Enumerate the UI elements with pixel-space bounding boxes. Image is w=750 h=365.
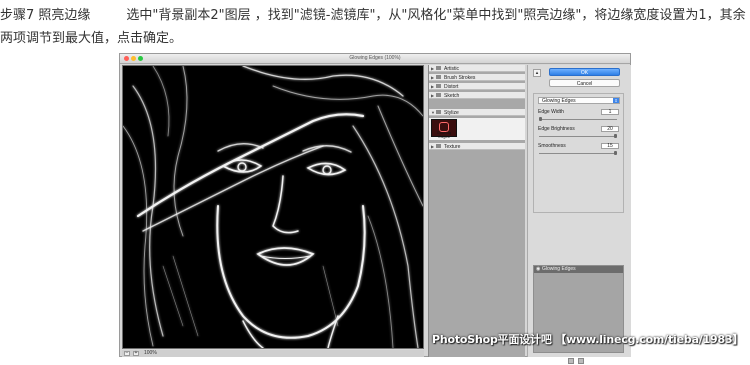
thumbnail-label: Glowing Edges <box>436 130 452 139</box>
edge-width-input[interactable]: 1 <box>601 109 619 115</box>
filter-select-value: Glowing Edges <box>542 98 576 104</box>
chevron-down-icon: ⇕ <box>613 98 619 103</box>
disclosure-right-icon: ▶ <box>431 93 435 98</box>
filter-gallery-window: Glowing Edges (100%) − + 100% ▶ Artistic… <box>119 53 631 364</box>
folder-label: Stylize <box>444 110 459 116</box>
folder-brush-strokes[interactable]: ▶ Brush Strokes <box>429 74 525 81</box>
preview-canvas[interactable] <box>122 65 424 349</box>
disclosure-right-icon: ▶ <box>431 75 435 80</box>
folder-icon <box>436 144 441 148</box>
folder-icon <box>436 84 441 88</box>
filter-options-box: Glowing Edges ⇕ Edge Width 1 Edge Brightn… <box>533 93 624 213</box>
disclosure-down-icon: ▼ <box>431 110 435 115</box>
glowing-edges-portrait <box>123 66 423 348</box>
new-effect-layer-icon[interactable] <box>568 358 574 364</box>
edge-brightness-label: Edge Brightness <box>538 126 575 132</box>
folder-sketch[interactable]: ▶ Sketch <box>429 92 525 99</box>
folder-label: Sketch <box>444 93 460 99</box>
zoom-out-button[interactable]: − <box>124 351 130 356</box>
smoothness-slider-thumb[interactable] <box>614 151 617 155</box>
ok-button[interactable]: OK <box>549 68 620 76</box>
edge-width-slider[interactable] <box>539 117 617 121</box>
disclosure-right-icon: ▶ <box>431 84 435 89</box>
step-instruction: 选中"背景副本2"图层 ，找到"滤镜-滤镜库"，从"风格化"菜单中找到"照亮边缘… <box>0 8 746 46</box>
folder-label: Artistic <box>444 66 459 72</box>
edge-width-slider-thumb[interactable] <box>539 117 542 121</box>
smoothness-input[interactable]: 15 <box>601 143 619 149</box>
step-title: 步骤7 照亮边缘 <box>0 8 91 23</box>
disclosure-right-icon: ▶ <box>431 144 435 149</box>
window-title: Glowing Edges (100%) <box>349 55 401 61</box>
tutorial-caption: 步骤7 照亮边缘 选中"背景副本2"图层 ，找到"滤镜-滤镜库"，从"风格化"菜单… <box>0 4 748 50</box>
effect-layer-row[interactable]: ◉ Glowing Edges <box>534 266 623 273</box>
preview-statusbar: − + 100% <box>122 350 424 357</box>
edge-brightness-slider[interactable] <box>539 134 617 138</box>
smoothness-label: Smoothness <box>538 143 566 149</box>
delete-effect-layer-icon[interactable] <box>578 358 584 364</box>
folder-label: Distort <box>444 84 459 90</box>
folder-artistic[interactable]: ▶ Artistic <box>429 65 525 72</box>
disclosure-right-icon: ▶ <box>431 66 435 71</box>
folder-icon <box>436 110 441 114</box>
smoothness-slider[interactable] <box>539 151 617 155</box>
filter-select[interactable]: Glowing Edges ⇕ <box>538 97 620 104</box>
edge-brightness-input[interactable]: 20 <box>601 126 619 132</box>
zoom-level[interactable]: 100% <box>144 350 184 357</box>
edge-brightness-slider-thumb[interactable] <box>614 134 617 138</box>
folder-label: Brush Strokes <box>444 75 476 81</box>
site-watermark: PhotoShop平面设计吧 【www.linecg.com/tieba/198… <box>432 333 744 346</box>
folder-icon <box>436 93 441 97</box>
cancel-button[interactable]: Cancel <box>549 79 620 87</box>
folder-icon <box>436 75 441 79</box>
folder-label: Texture <box>444 144 461 150</box>
layer-buttons <box>566 358 596 365</box>
folder-distort[interactable]: ▶ Distort <box>429 83 525 90</box>
collapse-gallery-button[interactable]: ▴ <box>533 69 541 77</box>
filter-settings-panel: ▴ OK Cancel Glowing Edges ⇕ Edge Width 1 … <box>527 65 631 364</box>
folder-icon <box>436 66 441 70</box>
folder-stylize[interactable]: ▼ Stylize <box>429 109 525 116</box>
folder-texture[interactable]: ▶ Texture <box>429 143 525 150</box>
edge-width-label: Edge Width <box>538 109 564 115</box>
filter-categories-panel: ▶ Artistic ▶ Brush Strokes ▶ Distort ▶ Sketc… <box>428 65 525 357</box>
effect-layer-name: Glowing Edges <box>542 266 576 272</box>
window-titlebar[interactable]: Glowing Edges (100%) <box>120 54 630 64</box>
zoom-in-button[interactable]: + <box>133 351 139 356</box>
